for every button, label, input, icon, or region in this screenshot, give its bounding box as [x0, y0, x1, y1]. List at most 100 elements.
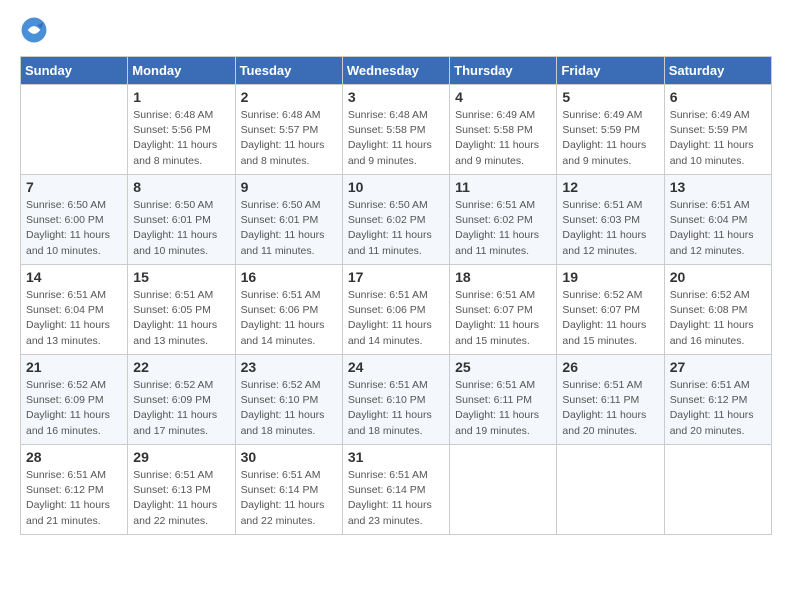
- calendar-cell: 25 Sunrise: 6:51 AMSunset: 6:11 PMDayligh…: [450, 355, 557, 445]
- day-number: 21: [26, 359, 122, 375]
- day-number: 28: [26, 449, 122, 465]
- day-number: 17: [348, 269, 444, 285]
- day-number: 3: [348, 89, 444, 105]
- day-number: 22: [133, 359, 229, 375]
- calendar-cell: 3 Sunrise: 6:48 AMSunset: 5:58 PMDaylight…: [342, 85, 449, 175]
- calendar-cell: 22Sunrise: 6:52 AMSunset: 6:09 PMDayligh…: [128, 355, 235, 445]
- calendar-cell: [557, 445, 664, 535]
- day-info: Sunrise: 6:48 AMSunset: 5:56 PMDaylight:…: [133, 108, 229, 169]
- day-number: 7: [26, 179, 122, 195]
- day-info: Sunrise: 6:51 AMSunset: 6:13 PMDaylight:…: [133, 468, 229, 529]
- weekday-header-tuesday: Tuesday: [235, 57, 342, 85]
- day-number: 31: [348, 449, 444, 465]
- calendar-cell: 14 Sunrise: 6:51 AMSunset: 6:04 PMDayligh…: [21, 265, 128, 355]
- calendar-cell: 26 Sunrise: 6:51 AMSunset: 6:11 PMDayligh…: [557, 355, 664, 445]
- day-number: 26: [562, 359, 658, 375]
- calendar-cell: 8Sunrise: 6:50 AMSunset: 6:01 PMDaylight…: [128, 175, 235, 265]
- day-info: Sunrise: 6:48 AMSunset: 5:57 PMDaylight:…: [241, 108, 337, 169]
- day-info: Sunrise: 6:52 AMSunset: 6:10 PMDaylight:…: [241, 378, 337, 439]
- day-info: Sunrise: 6:51 AMSunset: 6:14 PMDaylight:…: [348, 468, 444, 529]
- day-info: Sunrise: 6:49 AMSunset: 5:58 PMDaylight:…: [455, 108, 551, 169]
- day-number: 25: [455, 359, 551, 375]
- day-info: Sunrise: 6:48 AMSunset: 5:58 PMDaylight:…: [348, 108, 444, 169]
- calendar-cell: 7 Sunrise: 6:50 AMSunset: 6:00 PMDaylight…: [21, 175, 128, 265]
- calendar-cell: 9 Sunrise: 6:50 AMSunset: 6:01 PMDaylight…: [235, 175, 342, 265]
- day-info: Sunrise: 6:51 AMSunset: 6:14 PMDaylight:…: [241, 468, 337, 529]
- day-info: Sunrise: 6:51 AMSunset: 6:07 PMDaylight:…: [455, 288, 551, 349]
- day-info: Sunrise: 6:50 AMSunset: 6:00 PMDaylight:…: [26, 198, 122, 259]
- day-number: 19: [562, 269, 658, 285]
- calendar-cell: 4 Sunrise: 6:49 AMSunset: 5:58 PMDaylight…: [450, 85, 557, 175]
- weekday-header-wednesday: Wednesday: [342, 57, 449, 85]
- weekday-header-thursday: Thursday: [450, 57, 557, 85]
- calendar-cell: 1 Sunrise: 6:48 AMSunset: 5:56 PMDaylight…: [128, 85, 235, 175]
- logo: [20, 16, 52, 44]
- day-number: 20: [670, 269, 766, 285]
- calendar-cell: 11Sunrise: 6:51 AMSunset: 6:02 PMDayligh…: [450, 175, 557, 265]
- calendar-cell: 23 Sunrise: 6:52 AMSunset: 6:10 PMDayligh…: [235, 355, 342, 445]
- weekday-header-sunday: Sunday: [21, 57, 128, 85]
- calendar-cell: 18 Sunrise: 6:51 AMSunset: 6:07 PMDayligh…: [450, 265, 557, 355]
- calendar-cell: 20 Sunrise: 6:52 AMSunset: 6:08 PMDayligh…: [664, 265, 771, 355]
- day-number: 9: [241, 179, 337, 195]
- calendar-cell: 15Sunrise: 6:51 AMSunset: 6:05 PMDayligh…: [128, 265, 235, 355]
- day-number: 1: [133, 89, 229, 105]
- day-info: Sunrise: 6:51 AMSunset: 6:04 PMDaylight:…: [26, 288, 122, 349]
- day-number: 2: [241, 89, 337, 105]
- day-number: 23: [241, 359, 337, 375]
- calendar-cell: [664, 445, 771, 535]
- calendar-cell: [450, 445, 557, 535]
- day-number: 6: [670, 89, 766, 105]
- day-info: Sunrise: 6:51 AMSunset: 6:11 PMDaylight:…: [562, 378, 658, 439]
- day-number: 11: [455, 179, 551, 195]
- day-info: Sunrise: 6:52 AMSunset: 6:07 PMDaylight:…: [562, 288, 658, 349]
- day-info: Sunrise: 6:51 AMSunset: 6:12 PMDaylight:…: [26, 468, 122, 529]
- day-number: 27: [670, 359, 766, 375]
- day-number: 18: [455, 269, 551, 285]
- day-info: Sunrise: 6:51 AMSunset: 6:10 PMDaylight:…: [348, 378, 444, 439]
- day-info: Sunrise: 6:51 AMSunset: 6:12 PMDaylight:…: [670, 378, 766, 439]
- calendar-cell: 16 Sunrise: 6:51 AMSunset: 6:06 PMDayligh…: [235, 265, 342, 355]
- calendar-cell: 31 Sunrise: 6:51 AMSunset: 6:14 PMDayligh…: [342, 445, 449, 535]
- calendar-cell: 5Sunrise: 6:49 AMSunset: 5:59 PMDaylight…: [557, 85, 664, 175]
- weekday-header-monday: Monday: [128, 57, 235, 85]
- calendar-cell: 10Sunrise: 6:50 AMSunset: 6:02 PMDayligh…: [342, 175, 449, 265]
- day-info: Sunrise: 6:51 AMSunset: 6:05 PMDaylight:…: [133, 288, 229, 349]
- day-info: Sunrise: 6:50 AMSunset: 6:01 PMDaylight:…: [241, 198, 337, 259]
- day-number: 4: [455, 89, 551, 105]
- day-number: 12: [562, 179, 658, 195]
- calendar-cell: 19 Sunrise: 6:52 AMSunset: 6:07 PMDayligh…: [557, 265, 664, 355]
- calendar-cell: 17 Sunrise: 6:51 AMSunset: 6:06 PMDayligh…: [342, 265, 449, 355]
- calendar-table: SundayMondayTuesdayWednesdayThursdayFrid…: [20, 56, 772, 535]
- day-info: Sunrise: 6:49 AMSunset: 5:59 PMDaylight:…: [562, 108, 658, 169]
- day-number: 16: [241, 269, 337, 285]
- day-info: Sunrise: 6:51 AMSunset: 6:06 PMDaylight:…: [241, 288, 337, 349]
- week-row-5: 28 Sunrise: 6:51 AMSunset: 6:12 PMDayligh…: [21, 445, 772, 535]
- day-info: Sunrise: 6:51 AMSunset: 6:03 PMDaylight:…: [562, 198, 658, 259]
- day-info: Sunrise: 6:51 AMSunset: 6:06 PMDaylight:…: [348, 288, 444, 349]
- page-header: [20, 16, 772, 44]
- calendar-cell: 28 Sunrise: 6:51 AMSunset: 6:12 PMDayligh…: [21, 445, 128, 535]
- weekday-header-row: SundayMondayTuesdayWednesdayThursdayFrid…: [21, 57, 772, 85]
- day-number: 24: [348, 359, 444, 375]
- week-row-2: 7 Sunrise: 6:50 AMSunset: 6:00 PMDaylight…: [21, 175, 772, 265]
- calendar-cell: 30Sunrise: 6:51 AMSunset: 6:14 PMDayligh…: [235, 445, 342, 535]
- calendar-cell: 2 Sunrise: 6:48 AMSunset: 5:57 PMDaylight…: [235, 85, 342, 175]
- day-number: 13: [670, 179, 766, 195]
- week-row-1: 1 Sunrise: 6:48 AMSunset: 5:56 PMDaylight…: [21, 85, 772, 175]
- day-info: Sunrise: 6:51 AMSunset: 6:04 PMDaylight:…: [670, 198, 766, 259]
- calendar-cell: 27 Sunrise: 6:51 AMSunset: 6:12 PMDayligh…: [664, 355, 771, 445]
- day-number: 10: [348, 179, 444, 195]
- day-info: Sunrise: 6:52 AMSunset: 6:08 PMDaylight:…: [670, 288, 766, 349]
- calendar-cell: 24 Sunrise: 6:51 AMSunset: 6:10 PMDayligh…: [342, 355, 449, 445]
- calendar-cell: 12 Sunrise: 6:51 AMSunset: 6:03 PMDayligh…: [557, 175, 664, 265]
- logo-icon: [20, 16, 48, 44]
- day-info: Sunrise: 6:51 AMSunset: 6:11 PMDaylight:…: [455, 378, 551, 439]
- day-number: 14: [26, 269, 122, 285]
- weekday-header-friday: Friday: [557, 57, 664, 85]
- day-info: Sunrise: 6:49 AMSunset: 5:59 PMDaylight:…: [670, 108, 766, 169]
- day-info: Sunrise: 6:52 AMSunset: 6:09 PMDaylight:…: [26, 378, 122, 439]
- calendar-cell: 13 Sunrise: 6:51 AMSunset: 6:04 PMDayligh…: [664, 175, 771, 265]
- calendar-cell: 29Sunrise: 6:51 AMSunset: 6:13 PMDayligh…: [128, 445, 235, 535]
- day-info: Sunrise: 6:50 AMSunset: 6:01 PMDaylight:…: [133, 198, 229, 259]
